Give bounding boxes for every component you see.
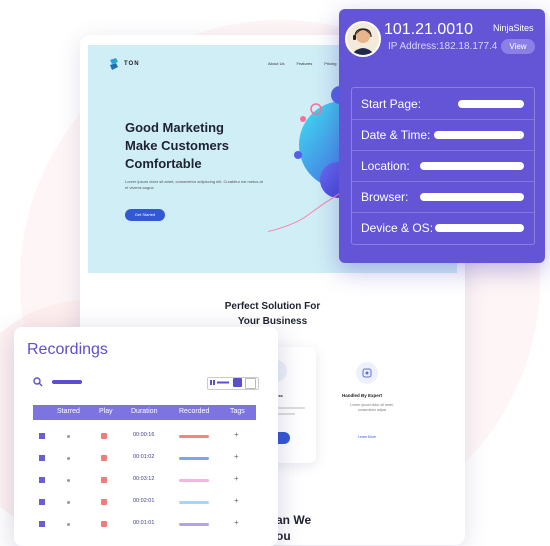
row-checkbox[interactable]	[39, 433, 45, 439]
column-header-play[interactable]: Play	[99, 408, 113, 415]
add-tag-button[interactable]: +	[234, 518, 239, 527]
star-icon[interactable]	[67, 435, 70, 438]
list-view-icon[interactable]	[245, 378, 256, 389]
table-row[interactable]: 00:01:01 +	[33, 515, 256, 537]
avatar	[345, 21, 381, 57]
row-checkbox[interactable]	[39, 521, 45, 527]
recorded-bar	[179, 479, 209, 482]
play-icon[interactable]	[101, 499, 107, 505]
duration: 00:00:16	[133, 432, 155, 438]
grid-view-icon[interactable]	[233, 378, 242, 387]
hero-subtitle: Lorem ipsum dolor sit amet, consectetur …	[125, 179, 263, 190]
value-placeholder	[458, 99, 524, 108]
search-icon[interactable]	[33, 377, 43, 387]
expert-icon	[356, 362, 378, 384]
visitor-info-panel: 101.21.0010 NinjaSites IP Address:182.18…	[339, 9, 545, 263]
site-nav: About Us Features Pricing	[268, 61, 336, 66]
nav-item-features[interactable]: Features	[296, 61, 312, 66]
table-row[interactable]: 00:00:16 +	[33, 427, 256, 449]
value-placeholder	[434, 130, 524, 139]
add-tag-button[interactable]: +	[234, 452, 239, 461]
play-icon[interactable]	[101, 477, 107, 483]
star-icon[interactable]	[67, 523, 70, 526]
section-title: Perfect Solution For Your Business	[224, 301, 321, 327]
visitor-row-date-time: Date & Time:	[352, 119, 534, 151]
site-logo[interactable]: TON	[108, 57, 140, 71]
visitor-row-label: Date & Time:	[361, 127, 431, 142]
get-started-button[interactable]: Get Started	[125, 209, 165, 221]
column-header-starred[interactable]: Starred	[57, 408, 80, 415]
row-checkbox[interactable]	[39, 499, 45, 505]
play-icon[interactable]	[101, 433, 107, 439]
visitor-row-label: Device & OS:	[361, 220, 434, 235]
play-icon[interactable]	[101, 521, 107, 527]
visitor-row-start-page: Start Page:	[352, 88, 534, 120]
hero-title: Good Marketing Make Customers Comfortabl…	[125, 120, 230, 171]
visitor-id: 101.21.0010	[384, 21, 473, 38]
table-row[interactable]: 00:03:12 +	[33, 471, 256, 493]
bottom-heading: an We ou	[276, 513, 312, 543]
search-input[interactable]	[52, 380, 82, 384]
recorded-bar	[179, 501, 209, 504]
filter-icon[interactable]	[210, 380, 230, 385]
logo-icon	[110, 58, 118, 70]
visitor-ip: IP Address:182.18.177.4	[388, 41, 498, 52]
expert-subtitle: Lorem ipsum dolor sit amet, consectetur …	[350, 403, 394, 412]
learn-more-link[interactable]: Learn More	[358, 435, 376, 439]
visitor-row-label: Location:	[361, 158, 410, 173]
column-header-tags[interactable]: Tags	[230, 408, 245, 415]
recordings-title: Recordings	[27, 341, 108, 358]
visitor-row-browser: Browser:	[352, 181, 534, 213]
add-tag-button[interactable]: +	[234, 430, 239, 439]
column-header-duration[interactable]: Duration	[131, 408, 157, 415]
row-checkbox[interactable]	[39, 477, 45, 483]
table-header: Starred Play Duration Recorded Tags	[33, 405, 256, 420]
view-button[interactable]: View	[501, 39, 535, 54]
value-placeholder	[435, 223, 524, 232]
logo-text: TON	[124, 61, 140, 67]
duration: 00:03:12	[133, 476, 155, 482]
expert-title: Handled By Expert	[342, 393, 383, 398]
recorded-bar	[179, 457, 209, 460]
column-header-recorded[interactable]: Recorded	[179, 408, 209, 415]
star-icon[interactable]	[67, 457, 70, 460]
duration: 00:02:01	[133, 498, 155, 504]
visitor-row-label: Start Page:	[361, 96, 422, 111]
recorded-bar	[179, 523, 209, 526]
table-row[interactable]: 00:01:02 +	[33, 449, 256, 471]
value-placeholder	[420, 161, 524, 170]
visitor-details: Start Page: Date & Time: Location: Brows…	[351, 87, 535, 245]
row-checkbox[interactable]	[39, 455, 45, 461]
nav-item-pricing[interactable]: Pricing	[324, 61, 336, 66]
play-icon[interactable]	[101, 455, 107, 461]
add-tag-button[interactable]: +	[234, 474, 239, 483]
duration: 00:01:01	[133, 520, 155, 526]
add-tag-button[interactable]: +	[234, 496, 239, 505]
visitor-site: NinjaSites	[493, 23, 534, 33]
star-icon[interactable]	[67, 479, 70, 482]
recorded-bar	[179, 435, 209, 438]
visitor-row-location: Location:	[352, 150, 534, 182]
visitor-row-device-os: Device & OS:	[352, 212, 534, 243]
duration: 00:01:02	[133, 454, 155, 460]
value-placeholder	[420, 192, 524, 201]
table-row[interactable]: 00:02:01 +	[33, 493, 256, 515]
visitor-row-label: Browser:	[361, 189, 409, 204]
recordings-panel: Recordings Starred Play Duration Recorde…	[14, 327, 278, 546]
nav-item-about[interactable]: About Us	[268, 61, 284, 66]
star-icon[interactable]	[67, 501, 70, 504]
